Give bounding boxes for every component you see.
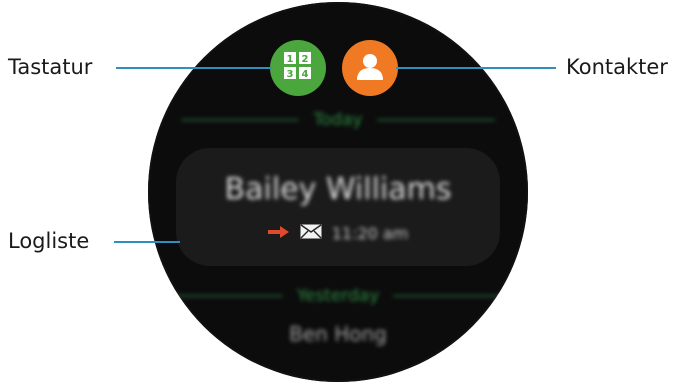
section-label-yesterday: Yesterday — [296, 286, 380, 306]
divider — [181, 119, 300, 121]
callout-contacts-label: Kontakter — [566, 55, 668, 79]
section-yesterday: Yesterday — [148, 286, 528, 306]
keypad-icon: 1 2 3 4 — [283, 51, 313, 85]
svg-text:4: 4 — [302, 69, 309, 80]
log-entry[interactable]: Bailey Williams 11:20 am — [176, 148, 500, 266]
callout-keypad-line — [116, 67, 272, 69]
divider — [172, 295, 283, 297]
outgoing-arrow-icon — [267, 224, 290, 243]
divider — [393, 295, 504, 297]
log-entry-time: 11:20 am — [331, 224, 409, 243]
callout-contacts-line — [396, 67, 556, 69]
message-icon — [300, 224, 322, 243]
log-entry-name: Bailey Williams — [224, 172, 452, 207]
callout-log-line — [114, 241, 180, 243]
section-label-today: Today — [313, 110, 363, 130]
callout-keypad-label: Tastatur — [8, 55, 93, 79]
watch-screen: Today Bailey Williams 11:20 am Yesterday… — [148, 2, 528, 382]
log-entry-name[interactable]: Ben Hong — [148, 322, 528, 346]
svg-text:3: 3 — [287, 69, 294, 80]
contacts-button[interactable] — [342, 40, 398, 96]
section-today: Today — [148, 110, 528, 130]
svg-text:1: 1 — [287, 54, 294, 65]
callout-log-label: Logliste — [8, 229, 90, 253]
svg-text:2: 2 — [302, 54, 309, 65]
person-icon — [354, 50, 386, 86]
divider — [376, 119, 495, 121]
keypad-button[interactable]: 1 2 3 4 — [270, 40, 326, 96]
